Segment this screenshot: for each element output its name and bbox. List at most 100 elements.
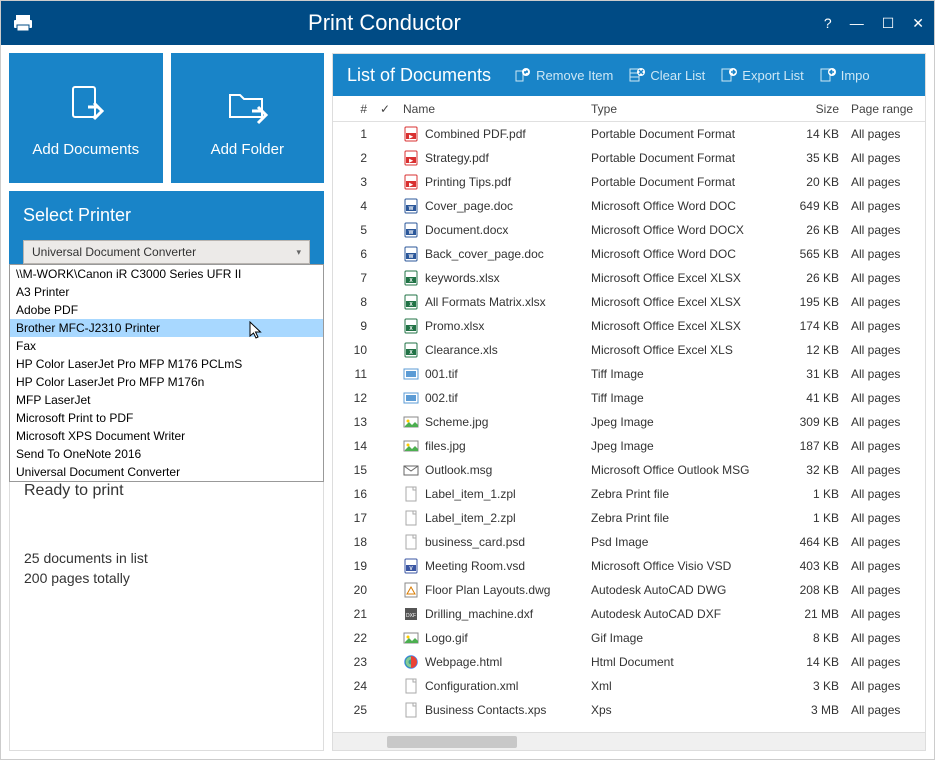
- file-icon: [403, 582, 419, 598]
- printer-option[interactable]: HP Color LaserJet Pro MFP M176n: [10, 373, 323, 391]
- col-header-name[interactable]: Name: [397, 102, 585, 116]
- file-icon: [403, 630, 419, 646]
- file-name: Scheme.jpg: [425, 415, 488, 429]
- col-header-type[interactable]: Type: [585, 102, 785, 116]
- file-icon: [403, 534, 419, 550]
- table-row[interactable]: 23 Webpage.html Html Document 14 KB All …: [333, 650, 925, 674]
- clear-list-button[interactable]: Clear List: [629, 67, 705, 83]
- row-type: Portable Document Format: [585, 175, 785, 189]
- file-icon: X: [403, 270, 419, 286]
- titlebar: Print Conductor ? — ☐ ✕: [1, 1, 934, 45]
- file-name: Configuration.xml: [425, 679, 518, 693]
- printer-option[interactable]: Fax: [10, 337, 323, 355]
- row-size: 26 KB: [785, 223, 845, 237]
- row-size: 14 KB: [785, 655, 845, 669]
- table-row[interactable]: 24 Configuration.xml Xml 3 KB All pages: [333, 674, 925, 698]
- file-name: 002.tif: [425, 391, 458, 405]
- table-row[interactable]: 11 001.tif Tiff Image 31 KB All pages: [333, 362, 925, 386]
- table-row[interactable]: 20 Floor Plan Layouts.dwg Autodesk AutoC…: [333, 578, 925, 602]
- table-row[interactable]: 6 W Back_cover_page.doc Microsoft Office…: [333, 242, 925, 266]
- svg-text:W: W: [409, 230, 414, 236]
- printer-option[interactable]: HP Color LaserJet Pro MFP M176 PCLmS: [10, 355, 323, 373]
- row-name: ▶ Combined PDF.pdf: [397, 126, 585, 142]
- export-list-button[interactable]: Export List: [721, 67, 803, 83]
- table-row[interactable]: 1 ▶ Combined PDF.pdf Portable Document F…: [333, 122, 925, 146]
- col-header-range[interactable]: Page range: [845, 102, 925, 116]
- close-button[interactable]: ✕: [912, 15, 924, 32]
- file-icon: ▶: [403, 174, 419, 190]
- row-number: 3: [333, 175, 373, 189]
- row-type: Psd Image: [585, 535, 785, 549]
- svg-text:W: W: [409, 206, 414, 212]
- printer-option[interactable]: Send To OneNote 2016: [10, 445, 323, 463]
- app-window: Print Conductor ? — ☐ ✕ Add Documents: [0, 0, 935, 760]
- table-row[interactable]: 15 Outlook.msg Microsoft Office Outlook …: [333, 458, 925, 482]
- row-type: Html Document: [585, 655, 785, 669]
- row-size: 1 KB: [785, 511, 845, 525]
- row-number: 8: [333, 295, 373, 309]
- printer-option[interactable]: Universal Document Converter: [10, 463, 323, 481]
- row-name: X Clearance.xls: [397, 342, 585, 358]
- table-row[interactable]: 17 Label_item_2.zpl Zebra Print file 1 K…: [333, 506, 925, 530]
- add-documents-button[interactable]: Add Documents: [9, 53, 163, 183]
- printer-option[interactable]: MFP LaserJet: [10, 391, 323, 409]
- document-grid[interactable]: # ✓ Name Type Size Page range 1 ▶ Combin…: [333, 96, 925, 732]
- table-row[interactable]: 9 X Promo.xlsx Microsoft Office Excel XL…: [333, 314, 925, 338]
- table-row[interactable]: 16 Label_item_1.zpl Zebra Print file 1 K…: [333, 482, 925, 506]
- table-row[interactable]: 2 ▶ Strategy.pdf Portable Document Forma…: [333, 146, 925, 170]
- row-number: 21: [333, 607, 373, 621]
- printer-option[interactable]: Microsoft Print to PDF: [10, 409, 323, 427]
- table-row[interactable]: 22 Logo.gif Gif Image 8 KB All pages: [333, 626, 925, 650]
- table-row[interactable]: 3 ▶ Printing Tips.pdf Portable Document …: [333, 170, 925, 194]
- table-row[interactable]: 19 V Meeting Room.vsd Microsoft Office V…: [333, 554, 925, 578]
- row-name: DXF Drilling_machine.dxf: [397, 606, 585, 622]
- col-header-size[interactable]: Size: [785, 102, 845, 116]
- row-range: All pages: [845, 271, 925, 285]
- horizontal-scrollbar[interactable]: [333, 732, 925, 750]
- file-icon: [403, 390, 419, 406]
- printer-option[interactable]: A3 Printer: [10, 283, 323, 301]
- row-number: 17: [333, 511, 373, 525]
- file-icon: [403, 510, 419, 526]
- file-name: business_card.psd: [425, 535, 525, 549]
- table-row[interactable]: 4 W Cover_page.doc Microsoft Office Word…: [333, 194, 925, 218]
- printer-combobox[interactable]: Universal Document Converter ▾ \\M-WORK\…: [23, 240, 310, 264]
- row-number: 25: [333, 703, 373, 717]
- row-name: business_card.psd: [397, 534, 585, 550]
- minimize-button[interactable]: —: [850, 15, 864, 31]
- table-row[interactable]: 5 W Document.docx Microsoft Office Word …: [333, 218, 925, 242]
- table-row[interactable]: 12 002.tif Tiff Image 41 KB All pages: [333, 386, 925, 410]
- col-header-number[interactable]: #: [333, 102, 373, 116]
- printer-option[interactable]: Adobe PDF: [10, 301, 323, 319]
- table-row[interactable]: 14 files.jpg Jpeg Image 187 KB All pages: [333, 434, 925, 458]
- select-printer-title: Select Printer: [23, 205, 310, 226]
- row-type: Gif Image: [585, 631, 785, 645]
- row-name: ▶ Printing Tips.pdf: [397, 174, 585, 190]
- table-row[interactable]: 25 Business Contacts.xps Xps 3 MB All pa…: [333, 698, 925, 722]
- row-type: Xps: [585, 703, 785, 717]
- row-size: 20 KB: [785, 175, 845, 189]
- printer-combobox-display[interactable]: Universal Document Converter ▾: [23, 240, 310, 264]
- row-type: Microsoft Office Excel XLSX: [585, 271, 785, 285]
- import-list-button[interactable]: Impo: [820, 67, 870, 83]
- row-range: All pages: [845, 415, 925, 429]
- add-folder-button[interactable]: Add Folder: [171, 53, 325, 183]
- table-row[interactable]: 10 X Clearance.xls Microsoft Office Exce…: [333, 338, 925, 362]
- maximize-button[interactable]: ☐: [882, 15, 895, 32]
- table-row[interactable]: 18 business_card.psd Psd Image 464 KB Al…: [333, 530, 925, 554]
- row-number: 16: [333, 487, 373, 501]
- col-header-check[interactable]: ✓: [373, 102, 397, 116]
- row-type: Jpeg Image: [585, 415, 785, 429]
- row-name: 002.tif: [397, 390, 585, 406]
- table-row[interactable]: 7 X keywords.xlsx Microsoft Office Excel…: [333, 266, 925, 290]
- help-button[interactable]: ?: [824, 15, 832, 31]
- table-row[interactable]: 13 Scheme.jpg Jpeg Image 309 KB All page…: [333, 410, 925, 434]
- printer-option[interactable]: Brother MFC-J2310 Printer: [10, 319, 323, 337]
- scrollbar-thumb[interactable]: [387, 736, 517, 748]
- remove-item-button[interactable]: Remove Item: [515, 67, 613, 83]
- printer-option[interactable]: \\M-WORK\Canon iR C3000 Series UFR II: [10, 265, 323, 283]
- row-name: X Promo.xlsx: [397, 318, 585, 334]
- table-row[interactable]: 21 DXF Drilling_machine.dxf Autodesk Aut…: [333, 602, 925, 626]
- printer-option[interactable]: Microsoft XPS Document Writer: [10, 427, 323, 445]
- table-row[interactable]: 8 X All Formats Matrix.xlsx Microsoft Of…: [333, 290, 925, 314]
